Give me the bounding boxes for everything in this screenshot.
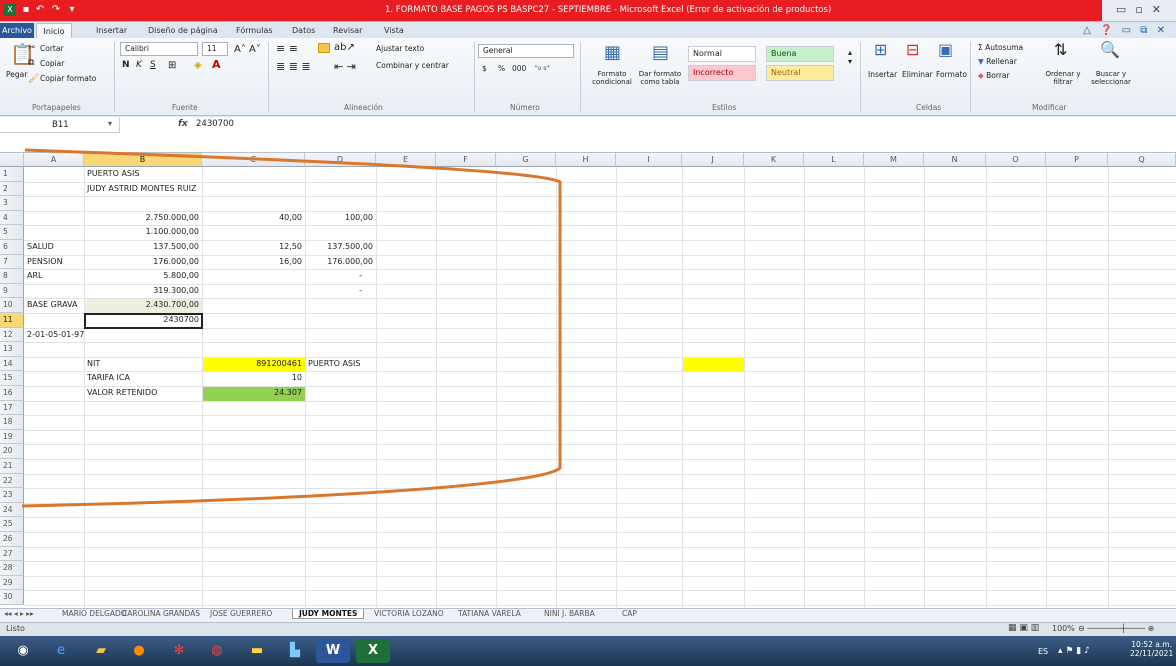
sheet-tab-tatiana-varela[interactable]: TATIANA VARELA	[458, 609, 521, 618]
annotation-bracket	[21, 148, 562, 508]
sheet-nav-icon[interactable]: ◂◂ ◂ ▸ ▸▸	[4, 609, 34, 618]
sheet-tab-victoria-lozano[interactable]: VICTORIA LOZANO	[374, 609, 444, 618]
sheet-tab-carolina-grandas[interactable]: CAROLINA GRANDAS	[122, 609, 200, 618]
media-icon[interactable]: ●	[122, 639, 156, 663]
app-icon[interactable]: ✻	[162, 639, 196, 663]
excel-taskbar-icon[interactable]: X	[356, 639, 390, 663]
sheet-tab-jose-guerrero[interactable]: JOSE GUERRERO	[210, 609, 272, 618]
chrome-icon[interactable]: ◍	[200, 639, 234, 663]
word-icon[interactable]: W	[316, 639, 350, 663]
status-bar	[0, 622, 1176, 636]
clock[interactable]: 10:52 a.m. 22/11/2021	[1130, 640, 1173, 658]
zoom-level[interactable]: 100%	[1052, 624, 1075, 633]
lync-icon[interactable]: ▙	[278, 639, 312, 663]
view-icons[interactable]: ▦ ▣ ▥	[1008, 623, 1039, 633]
tray-icons[interactable]: ▴ ⚑ ▮ ♪	[1058, 646, 1090, 656]
ie-icon[interactable]: e	[44, 639, 78, 663]
sheet-tab-nini-j-barba[interactable]: NINI J. BARBA	[544, 609, 595, 618]
start-icon[interactable]: ◉	[6, 639, 40, 663]
folder-icon[interactable]: ▰	[84, 639, 118, 663]
zoom-slider[interactable]: ⊖ ───────┼──── ⊕	[1078, 624, 1154, 633]
sheet-tab-judy-montes[interactable]: JUDY MONTES	[292, 609, 365, 619]
clock-date: 22/11/2021	[1130, 649, 1174, 658]
language-indicator[interactable]: ES	[1038, 647, 1048, 656]
sticky-icon[interactable]: ▬	[240, 639, 274, 663]
sheet-tab-cap[interactable]: CAP	[622, 609, 637, 618]
sheet-tab-mario-delgado[interactable]: MARIO DELGADO	[62, 609, 127, 618]
clock-time: 10:52 a.m.	[1131, 640, 1172, 649]
status-ready: Listo	[6, 624, 25, 633]
